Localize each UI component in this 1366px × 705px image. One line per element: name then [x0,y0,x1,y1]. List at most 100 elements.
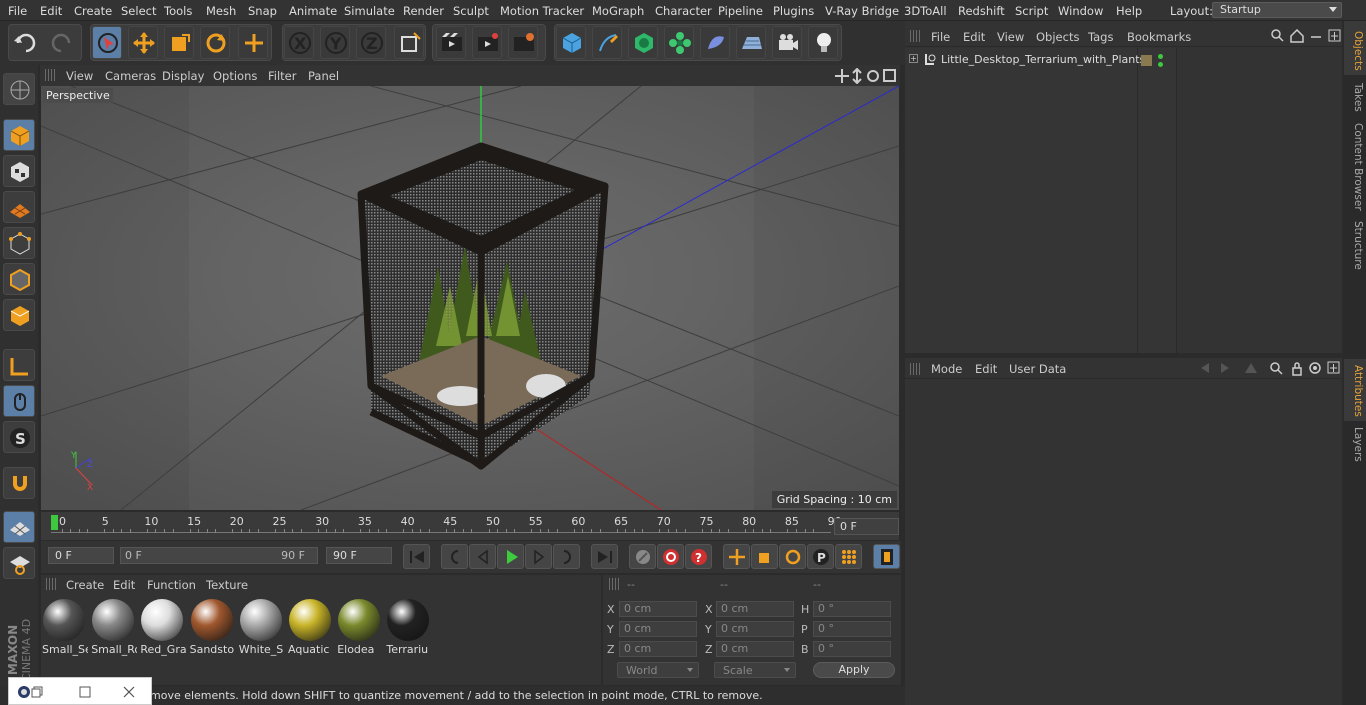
menu-script[interactable]: Script [1015,4,1048,18]
camera-icon[interactable] [772,26,802,59]
tab-layers[interactable]: Layers [1346,427,1364,462]
coord-value-field[interactable]: 0 cm [619,621,697,637]
menu-simulate[interactable]: Simulate [344,4,395,18]
menu-create[interactable]: Create [74,4,112,18]
tab-objects[interactable]: Objects [1346,31,1364,71]
current-frame-field[interactable]: 0 F [834,518,899,535]
play-button[interactable] [497,544,524,569]
coord-system-select[interactable]: World [617,662,699,678]
object-menu-edit[interactable]: Edit [963,30,985,44]
autokey-help-button[interactable]: ? [685,544,712,569]
snap-magnet-button[interactable] [3,467,35,499]
scale-tool-button[interactable] [164,26,194,59]
menu-mograph[interactable]: MoGraph [592,4,644,18]
minimized-window-tab[interactable] [8,677,152,705]
solo-mode-button[interactable]: S [3,421,35,453]
select-tool-button[interactable] [92,26,122,59]
move-tool-button[interactable] [128,26,158,59]
menu-snap[interactable]: Snap [248,4,277,18]
redo-icon[interactable] [47,29,75,60]
object-row[interactable]: + Little_Desktop_Terrarium_with_Plants [905,51,1145,69]
model-mode-button[interactable] [3,119,35,151]
layer-color-swatch[interactable] [1141,55,1152,66]
drag-handle-icon[interactable] [609,578,621,590]
tab-attributes[interactable]: Attributes [1346,365,1364,417]
workplane-lock-button[interactable] [3,511,35,543]
close-icon[interactable] [123,686,135,698]
coord-value-field[interactable]: 0 cm [716,621,794,637]
x-axis-lock-button[interactable]: X [284,26,314,59]
menu-render[interactable]: Render [403,4,444,18]
menu-help[interactable]: Help [1116,4,1142,18]
material-swatch[interactable]: Aquatic [288,598,332,656]
y-axis-lock-button[interactable]: Y [320,26,350,59]
key-scale-button[interactable] [751,544,778,569]
coord-mode-select[interactable]: Scale [714,662,796,678]
menu-mesh[interactable]: Mesh [206,4,236,18]
render-picture-viewer-button[interactable] [472,26,502,59]
material-swatch[interactable]: Small_Ro [91,598,137,656]
next-key-button[interactable] [553,544,580,569]
coord-value-field[interactable]: 0 cm [619,601,697,617]
material-swatch[interactable]: Sandsto [190,598,234,656]
drag-handle-icon[interactable] [45,69,57,81]
menu-tools[interactable]: Tools [164,4,192,18]
menu-vray-bridge[interactable]: V-Ray Bridge [825,4,899,18]
attr-menu-user-data[interactable]: User Data [1009,362,1066,376]
points-mode-button[interactable] [3,227,35,259]
axis-mode-button[interactable] [3,349,35,381]
motion-record-button[interactable] [629,544,656,569]
pen-spline-icon[interactable] [592,26,622,59]
edges-mode-button[interactable] [3,263,35,295]
object-name[interactable]: Little_Desktop_Terrarium_with_Plants [941,53,1145,66]
menu-select[interactable]: Select [121,4,156,18]
material-menu-create[interactable]: Create [66,578,104,592]
timeline-ruler[interactable]: 051015202530354045505560657075808590 [41,512,899,540]
key-parameter-button[interactable]: P [807,544,834,569]
menu-pipeline[interactable]: Pipeline [718,4,763,18]
viewport-nav-icons[interactable] [835,68,897,84]
perspective-viewport[interactable]: Y Z X Perspective Grid Spacing : 10 cm [41,86,899,510]
viewport-menu-options[interactable]: Options [213,69,257,83]
go-to-start-button[interactable] [403,544,430,569]
timeline-window-button[interactable] [873,544,900,569]
expand-icon[interactable]: + [909,54,918,63]
object-menu-objects[interactable]: Objects [1036,30,1079,44]
polygons-mode-button[interactable] [3,299,35,331]
editor-visibility-dot[interactable] [1158,54,1163,59]
drag-handle-icon[interactable] [910,363,922,375]
attribute-manager-tools[interactable] [1197,361,1341,376]
record-keys-button[interactable] [657,544,684,569]
viewport-menu-filter[interactable]: Filter [268,69,296,83]
next-frame-button[interactable] [525,544,552,569]
tab-takes[interactable]: Takes [1346,83,1364,112]
texture-mode-button[interactable] [3,155,35,187]
menu-motion-tracker[interactable]: Motion Tracker [500,4,584,18]
make-editable-button[interactable] [3,73,35,105]
end-frame-field[interactable]: 90 F [326,547,392,564]
material-menu-texture[interactable]: Texture [206,578,248,592]
viewport-menu-view[interactable]: View [66,69,93,83]
drag-handle-icon[interactable] [46,578,58,590]
menu-character[interactable]: Character [655,4,712,18]
object-menu-view[interactable]: View [997,30,1024,44]
apply-button[interactable]: Apply [813,662,895,678]
material-swatch[interactable]: Red_Gra [140,598,186,656]
coord-value-field[interactable]: 0 ° [813,641,891,657]
tweak-mode-button[interactable] [3,385,35,417]
coordinate-system-button[interactable] [394,26,424,59]
light-icon[interactable] [808,26,838,59]
viewport-menu-panel[interactable]: Panel [308,69,339,83]
material-swatch[interactable]: White_S [239,598,283,656]
coord-value-field[interactable]: 0 cm [716,601,794,617]
render-visibility-dot[interactable] [1158,62,1163,67]
key-position-button[interactable] [723,544,750,569]
attr-menu-edit[interactable]: Edit [975,362,997,376]
previous-frame-button[interactable] [469,544,496,569]
material-menu-function[interactable]: Function [147,578,196,592]
subdivision-surface-icon[interactable] [628,26,658,59]
playhead-marker[interactable] [51,515,58,530]
drag-handle-icon[interactable] [910,30,922,42]
coord-value-field[interactable]: 0 ° [813,601,891,617]
start-frame-field[interactable]: 0 F [48,547,114,564]
